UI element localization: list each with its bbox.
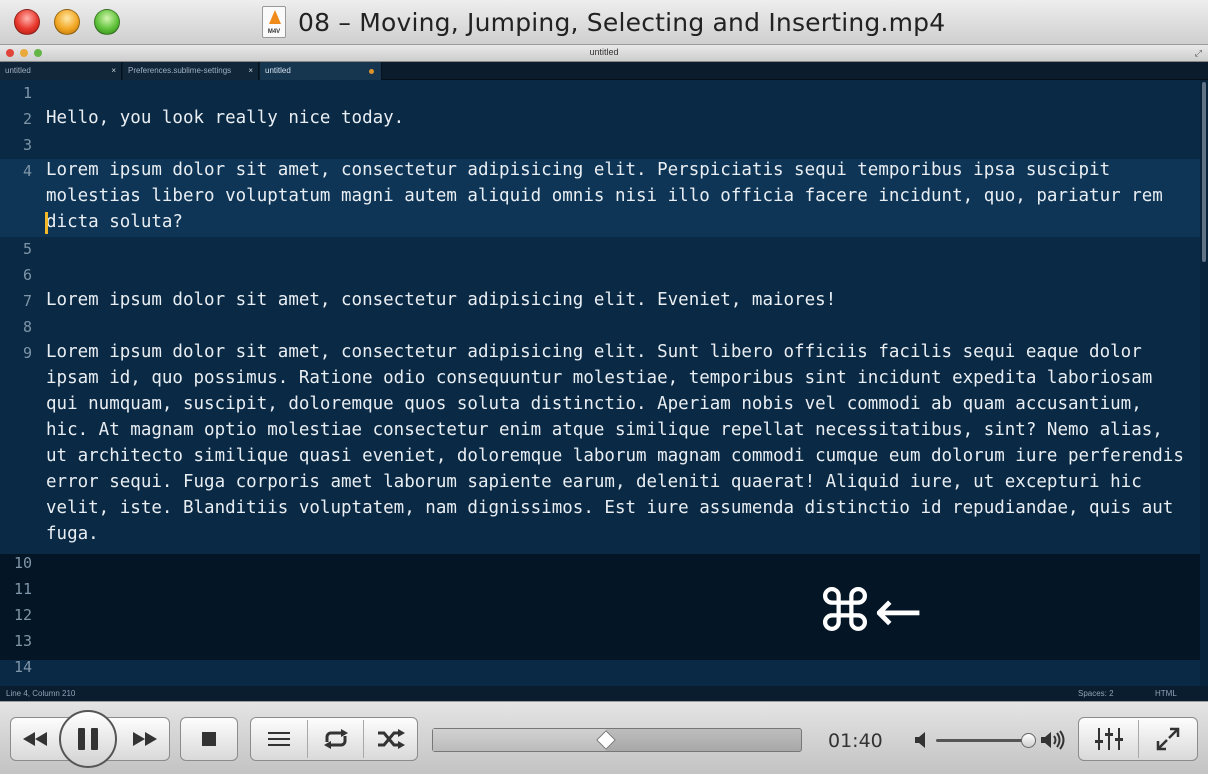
line-number: 2 — [22, 110, 32, 128]
volume-low-icon[interactable] — [914, 730, 930, 750]
sublime-tab: Preferences.sublime-settings × — [123, 62, 259, 80]
sublime-window-title: untitled — [589, 47, 619, 57]
rewind-icon — [23, 732, 47, 746]
shuffle-button[interactable] — [364, 718, 417, 760]
vlc-cone-icon — [269, 10, 281, 24]
window-title: 08 – Moving, Jumping, Selecting and Inse… — [298, 8, 946, 37]
shuffle-icon — [377, 729, 405, 749]
line-band-dark — [0, 554, 1200, 660]
fullscreen-icon — [1156, 727, 1180, 751]
window-titlebar: M4V 08 – Moving, Jumping, Selecting and … — [0, 0, 1208, 45]
fullscreen-button[interactable] — [1139, 718, 1197, 760]
code-line-wrap: hic. At magnam optio molestiae consectet… — [46, 420, 1163, 440]
equalizer-icon — [1094, 728, 1123, 750]
text-caret — [45, 212, 48, 234]
code-line-wrap: fuga. — [46, 524, 99, 544]
fast-forward-button[interactable] — [123, 718, 167, 760]
equalizer-button[interactable] — [1079, 718, 1138, 760]
code-line-wrap: qui numquam, suscipit, doloremque quos s… — [46, 394, 1142, 414]
cursor-position: Line 4, Column 210 — [6, 689, 76, 698]
video-frame[interactable]: untitled ⤢ untitled × Preferences.sublim… — [0, 45, 1208, 701]
code-line: Lorem ipsum dolor sit amet, consectetur … — [46, 160, 1111, 180]
sublime-tab-active: untitled — [260, 62, 382, 80]
player-controller: 01:40 — [0, 701, 1208, 774]
code-editor: 1 2 3 4 5 6 7 8 9 10 11 12 13 14 Hello, … — [0, 80, 1208, 686]
pause-button[interactable] — [59, 710, 117, 768]
line-number: 1 — [22, 84, 32, 102]
fast-forward-icon — [133, 732, 157, 746]
zoom-window-button[interactable] — [94, 9, 120, 35]
line-number: 4 — [22, 162, 32, 180]
repeat-icon — [323, 729, 348, 749]
sublime-statusbar: Line 4, Column 210 Spaces: 2 HTML — [0, 686, 1208, 701]
syntax-mode: HTML — [1155, 689, 1177, 698]
code-line-wrap: ut architecto similique quasi eveniet, d… — [46, 446, 1184, 466]
line-band — [0, 660, 1200, 686]
repeat-button[interactable] — [308, 718, 363, 760]
line-number: 5 — [22, 240, 32, 258]
editor-scrollbar — [1202, 82, 1206, 262]
line-number: 3 — [22, 136, 32, 154]
sublime-tab: untitled × — [0, 62, 122, 80]
line-number: 8 — [22, 318, 32, 336]
view-group — [1078, 717, 1198, 761]
code-line: Lorem ipsum dolor sit amet, consectetur … — [46, 342, 1142, 362]
stop-group — [180, 717, 238, 761]
tab-label: Preferences.sublime-settings — [128, 66, 232, 75]
line-number: 11 — [13, 580, 32, 598]
stop-icon — [202, 732, 216, 746]
sublime-tabbar: untitled × Preferences.sublime-settings … — [0, 62, 1208, 80]
code-line-wrap: ipsam id, quo possimus. Ratione odio con… — [46, 368, 1153, 388]
pause-icon — [78, 728, 98, 750]
line-number: 13 — [13, 632, 32, 650]
playlist-icon — [268, 732, 290, 746]
line-number: 6 — [22, 266, 32, 284]
code-line-wrap: velit, iste. Blanditiis voluptatem, nam … — [46, 498, 1174, 518]
seek-bar[interactable] — [432, 728, 802, 752]
tab-label: untitled — [5, 66, 31, 75]
code-line-wrap: error sequi. Fuga corporis amet laborum … — [46, 472, 1142, 492]
tab-label: untitled — [265, 66, 291, 75]
rewind-button[interactable] — [13, 718, 57, 760]
volume-high-icon[interactable] — [1040, 730, 1068, 750]
sublime-titlebar: untitled ⤢ — [0, 45, 1208, 62]
keyboard-shortcut-overlay: ⌘← — [816, 577, 923, 645]
code-line: Lorem ipsum dolor sit amet, consectetur … — [46, 290, 837, 310]
line-number: 9 — [22, 344, 32, 362]
tab-close-icon: × — [111, 66, 116, 75]
close-window-button[interactable] — [14, 9, 40, 35]
line-number: 7 — [22, 292, 32, 310]
volume-slider[interactable] — [936, 733, 1036, 748]
playlist-button[interactable] — [251, 718, 307, 760]
code-line-wrap: molestias libero voluptatum magni autem … — [46, 186, 1163, 206]
code-line: Hello, you look really nice today. — [46, 108, 405, 128]
minimize-window-button[interactable] — [54, 9, 80, 35]
stop-button[interactable] — [181, 718, 237, 760]
m4v-file-icon: M4V — [262, 6, 286, 38]
code-line-wrap: dicta soluta? — [46, 212, 183, 232]
elapsed-time[interactable]: 01:40 — [828, 730, 883, 752]
line-number: 14 — [13, 658, 32, 676]
tab-close-icon: × — [248, 66, 253, 75]
seek-progress — [433, 729, 606, 751]
indentation-setting: Spaces: 2 — [1078, 689, 1114, 698]
playlist-group — [250, 717, 418, 761]
sublime-fullscreen-icon: ⤢ — [1194, 48, 1202, 58]
line-number: 12 — [13, 606, 32, 624]
file-icon-label: M4V — [267, 29, 281, 35]
volume-handle[interactable] — [1021, 733, 1036, 748]
unsaved-dot-icon — [369, 69, 374, 74]
line-number: 10 — [13, 554, 32, 572]
